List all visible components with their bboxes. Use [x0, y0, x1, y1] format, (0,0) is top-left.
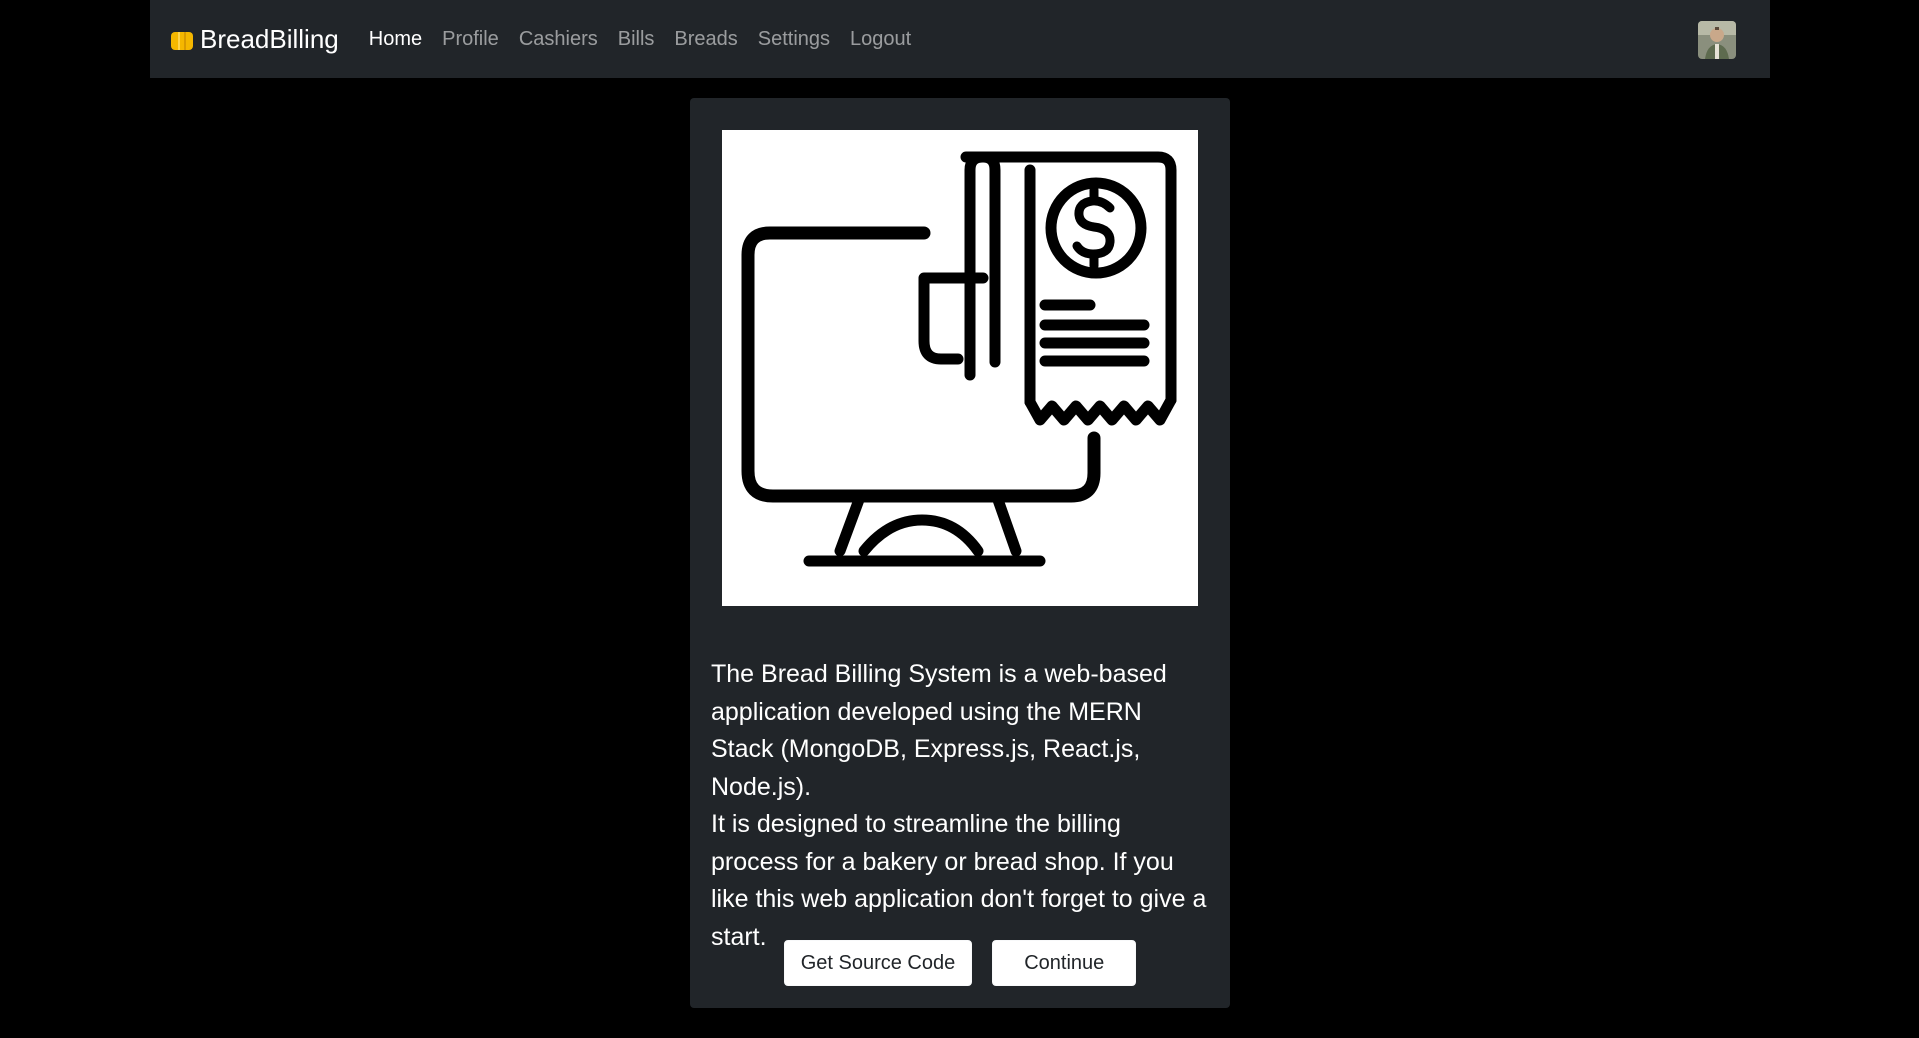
card-actions: Get Source Code Continue [690, 940, 1230, 986]
intro-paragraph-1: The Bread Billing System is a web-based … [711, 660, 1167, 801]
top-navbar: BreadBilling Home Profile Cashiers Bills… [150, 0, 1770, 78]
nav-link-profile[interactable]: Profile [442, 28, 499, 51]
intro-text: The Bread Billing System is a web-based … [711, 656, 1211, 956]
nav-link-breads[interactable]: Breads [674, 28, 737, 51]
monitor-receipt-dollar-icon [722, 130, 1198, 606]
bread-icon [170, 28, 194, 50]
nav-link-cashiers[interactable]: Cashiers [519, 28, 598, 51]
nav-link-bills[interactable]: Bills [618, 28, 655, 51]
brand-link[interactable]: BreadBilling [170, 24, 339, 55]
get-source-code-button[interactable]: Get Source Code [783, 940, 973, 986]
continue-button[interactable]: Continue [992, 940, 1137, 986]
intro-paragraph-2: It is designed to streamline the billing… [711, 810, 1207, 951]
nav-links: Home Profile Cashiers Bills Breads Setti… [369, 28, 931, 51]
user-avatar[interactable] [1698, 21, 1736, 59]
nav-link-logout[interactable]: Logout [850, 28, 911, 51]
brand-name: BreadBilling [200, 23, 339, 54]
nav-link-home[interactable]: Home [369, 28, 422, 51]
intro-card: The Bread Billing System is a web-based … [690, 98, 1230, 1008]
nav-link-settings[interactable]: Settings [758, 28, 830, 51]
